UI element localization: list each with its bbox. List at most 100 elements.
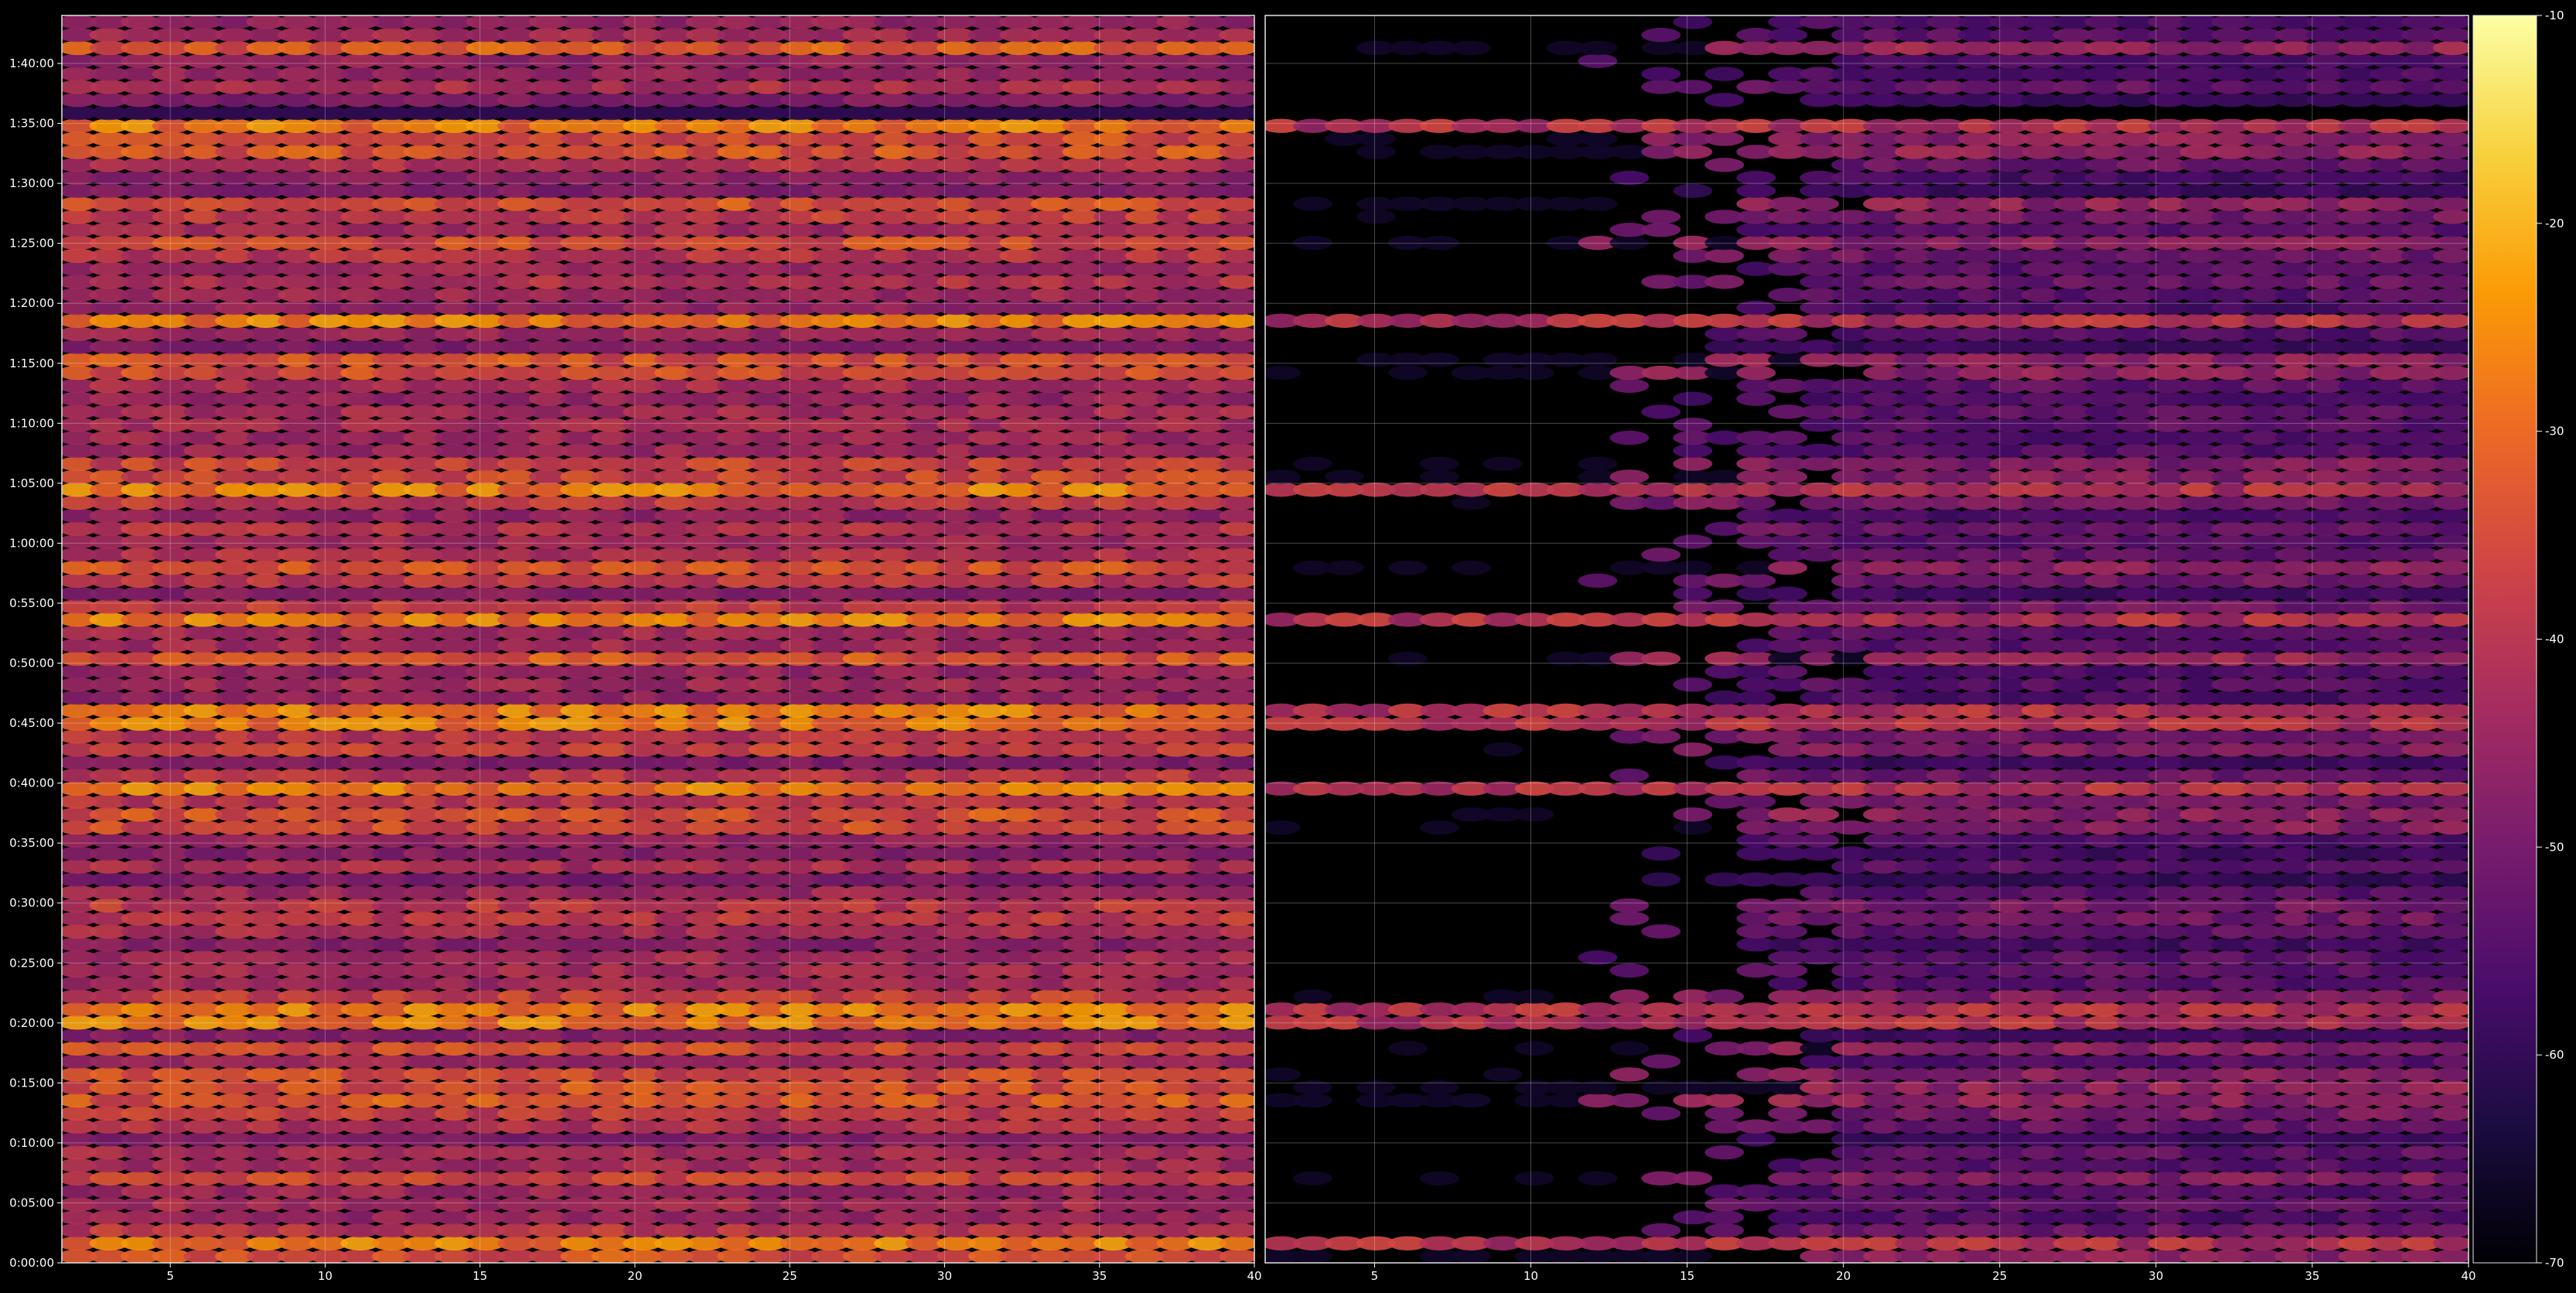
heatmap-cell — [1219, 599, 1254, 614]
heatmap-cell — [2433, 911, 2469, 926]
heatmap-cell — [1514, 807, 1554, 822]
y-tick-label: 1:30:00 — [9, 176, 54, 190]
heatmap-cell — [2433, 1106, 2469, 1121]
y-tick-label: 0:40:00 — [9, 776, 54, 790]
heatmap-cell — [1704, 1210, 1745, 1225]
heatmap-cell — [2433, 807, 2469, 822]
heatmap-cell — [2433, 1184, 2469, 1199]
heatmap-cell — [1219, 729, 1254, 744]
heatmap-cell — [1219, 353, 1254, 367]
y-tick-label: 1:25:00 — [9, 237, 54, 251]
heatmap-cell — [1219, 1041, 1254, 1056]
heatmap-cell — [1219, 1093, 1254, 1108]
heatmap-cell — [1219, 612, 1254, 627]
heatmap-cell — [1387, 1041, 1428, 1056]
heatmap-cell — [2433, 1236, 2469, 1250]
heatmap-cell — [1673, 677, 1713, 692]
heatmap-cell — [1219, 326, 1254, 341]
heatmap-cell — [1219, 651, 1254, 666]
heatmap-cell — [1641, 1054, 1681, 1069]
heatmap-cell — [1641, 924, 1681, 939]
heatmap-cell — [1219, 131, 1254, 146]
heatmap-cell — [1219, 404, 1254, 419]
heatmap-cell — [1219, 989, 1254, 1004]
heatmap-cell — [2433, 1028, 2469, 1043]
heatmap-cell — [1219, 781, 1254, 796]
x-tick-label: 25 — [783, 1269, 797, 1283]
y-tick-label: 0:30:00 — [9, 896, 54, 910]
heatmap-cell — [1673, 1171, 1713, 1186]
heatmap-cell — [1768, 664, 1808, 679]
heatmap-cell — [1219, 1132, 1254, 1147]
y-tick-label: 0:15:00 — [9, 1076, 54, 1090]
heatmap-cell — [1219, 625, 1254, 640]
heatmap-cell — [1673, 1028, 1713, 1043]
heatmap-cell — [2433, 1171, 2469, 1186]
heatmap-cell — [1219, 1236, 1254, 1250]
heatmap-cell — [2433, 729, 2469, 744]
heatmap-cell — [2433, 768, 2469, 783]
figure: 0:00:000:05:000:10:000:15:000:20:000:25:… — [0, 0, 2576, 1293]
heatmap-cell — [1219, 846, 1254, 861]
heatmap-cell — [1219, 430, 1254, 445]
heatmap-cell — [1419, 820, 1459, 835]
heatmap-cell — [1219, 1197, 1254, 1212]
y-tick-label: 0:50:00 — [9, 657, 54, 670]
heatmap-cell — [1578, 1171, 1618, 1186]
heatmap-cell — [1482, 742, 1523, 757]
heatmap-cell — [1514, 1041, 1554, 1056]
heatmap-cell — [1219, 742, 1254, 757]
heatmap-cell — [1219, 223, 1254, 237]
x-tick-label: 20 — [627, 1269, 642, 1283]
heatmap-cell — [1219, 261, 1254, 276]
heatmap-cell — [1609, 1093, 1650, 1108]
heatmap-cell — [1578, 950, 1618, 965]
heatmap-cell — [1768, 976, 1808, 991]
heatmap-cell — [2433, 1249, 2469, 1263]
heatmap-cell — [1219, 521, 1254, 536]
y-tick-label: 1:00:00 — [9, 536, 54, 550]
heatmap-cell — [1736, 690, 1776, 705]
panel-left: 0:00:000:05:000:10:000:15:000:20:000:25:… — [9, 15, 1262, 1283]
heatmap-cell — [1451, 1249, 1491, 1263]
heatmap-cell — [1768, 963, 1808, 978]
heatmap-cell — [2433, 703, 2469, 718]
heatmap-cell — [1673, 820, 1713, 835]
heatmap-cell — [1219, 1158, 1254, 1173]
heatmap-cell — [1219, 768, 1254, 783]
heatmap-cell — [1219, 365, 1254, 380]
heatmap-cell — [2433, 651, 2469, 666]
heatmap-cell — [1641, 729, 1681, 744]
heatmap-cell — [1219, 664, 1254, 679]
heatmap-cell — [1219, 898, 1254, 913]
heatmap-cell — [2433, 742, 2469, 757]
heatmap-cell — [1704, 989, 1745, 1004]
heatmap-cell — [1514, 1171, 1554, 1186]
heatmap-cell — [1673, 1249, 1713, 1263]
heatmap-cell — [2433, 1132, 2469, 1147]
heatmap-cell — [2433, 1093, 2469, 1108]
heatmap-cell — [1219, 183, 1254, 198]
heatmap-cell — [1219, 963, 1254, 978]
heatmap-cell — [1419, 1171, 1459, 1186]
heatmap-cell — [1219, 820, 1254, 835]
x-tick-label: 10 — [318, 1269, 333, 1283]
heatmap-cell — [1609, 989, 1650, 1004]
heatmap-cell — [1219, 833, 1254, 848]
heatmap-cell — [2433, 1119, 2469, 1134]
heatmap-cell — [1419, 1080, 1459, 1095]
heatmap-cell — [2433, 755, 2469, 770]
heatmap-cell — [1219, 495, 1254, 510]
heatmap-cell — [1265, 1067, 1301, 1082]
heatmap-cell — [1219, 378, 1254, 394]
heatmap-cell — [1219, 807, 1254, 822]
heatmap-cell — [1219, 794, 1254, 809]
heatmap-cell — [2433, 820, 2469, 835]
heatmap-cell — [1219, 508, 1254, 524]
heatmap-cell — [1219, 1080, 1254, 1095]
heatmap-cell — [1673, 742, 1713, 757]
heatmap-cell — [1219, 548, 1254, 562]
heatmap-cell — [2433, 716, 2469, 731]
heatmap-cell — [1219, 210, 1254, 224]
heatmap-cell — [1704, 1145, 1745, 1160]
